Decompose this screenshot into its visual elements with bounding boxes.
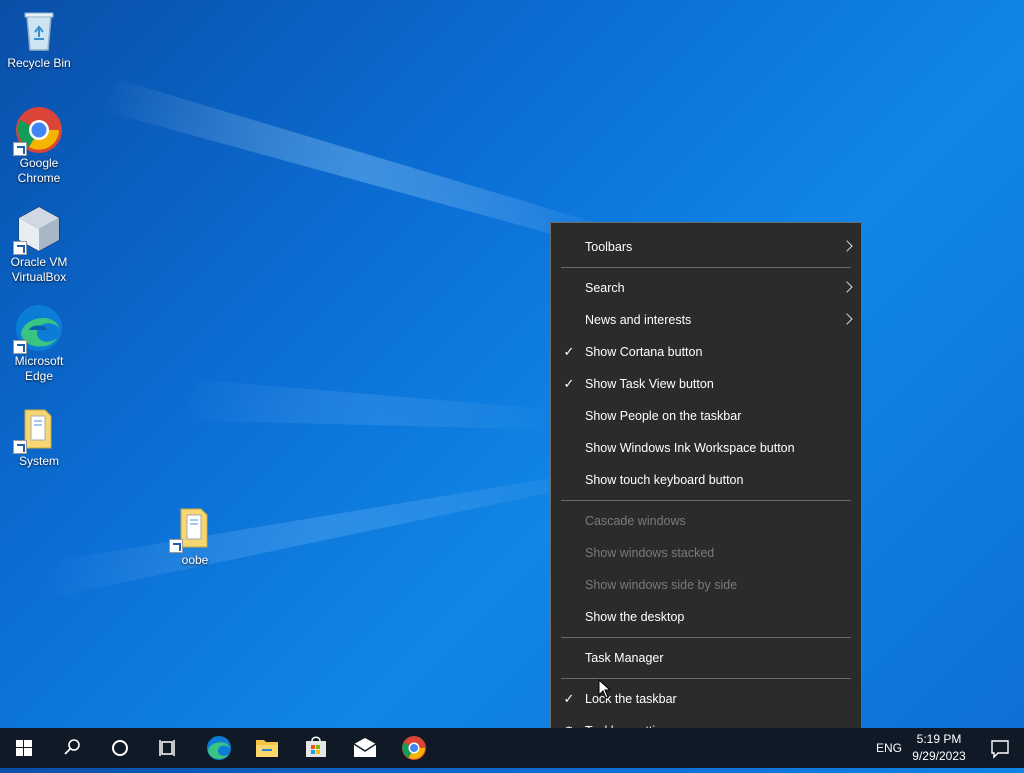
menu-item-label: Show People on the taskbar [585, 409, 742, 423]
menu-item-label: Cascade windows [585, 514, 686, 528]
language-indicator[interactable]: ENG [876, 741, 902, 755]
mouse-cursor-icon [598, 679, 612, 699]
menu-item-label: Toolbars [585, 240, 633, 254]
taskbar-file-explorer-button[interactable] [243, 728, 291, 768]
system-folder-shortcut[interactable]: System [1, 404, 77, 469]
menu-item-news-and-interests[interactable]: News and interests [551, 304, 861, 336]
taskbar-edge-button[interactable] [195, 728, 243, 768]
google-chrome-shortcut[interactable]: Google Chrome [1, 106, 77, 186]
edge-icon [207, 736, 231, 760]
action-center-button[interactable] [976, 728, 1024, 768]
chevron-right-icon [841, 240, 853, 252]
chevron-right-icon [841, 281, 853, 293]
virtualbox-shortcut[interactable]: Oracle VM VirtualBox [1, 205, 77, 285]
recycle-bin-icon [15, 6, 63, 54]
menu-separator [561, 637, 851, 638]
clock-date[interactable]: 9/29/2023 [904, 749, 974, 763]
edge-icon [13, 304, 63, 354]
oobe-folder-shortcut[interactable]: oobe [157, 503, 233, 568]
menu-item-label: Show windows stacked [585, 546, 715, 560]
menu-separator [561, 267, 851, 268]
task-view-icon [159, 740, 175, 756]
taskbar: ENG 5:19 PM 9/29/2023 [0, 728, 1024, 768]
notification-icon [991, 740, 1009, 759]
desktop-icon-label: oobe [181, 553, 209, 567]
menu-item-show-the-desktop[interactable]: Show the desktop [551, 601, 861, 633]
cortana-button[interactable] [96, 728, 144, 768]
task-view-button[interactable] [144, 728, 192, 768]
menu-item-label: Show touch keyboard button [585, 473, 744, 487]
menu-item-show-ink-workspace[interactable]: Show Windows Ink Workspace button [551, 432, 861, 464]
menu-item-show-windows-stacked: Show windows stacked [551, 537, 861, 569]
taskbar-context-menu: Toolbars Search News and interests ✓ Sho… [550, 222, 862, 756]
mail-icon [353, 738, 377, 757]
search-icon [64, 739, 80, 755]
cortana-icon [112, 740, 128, 756]
checkmark-icon: ✓ [563, 376, 575, 391]
menu-separator [561, 500, 851, 501]
start-icon [16, 740, 32, 756]
menu-item-label: Task Manager [585, 651, 664, 665]
clock-time[interactable]: 5:19 PM [904, 732, 974, 746]
desktop-icon-label: Oracle VM VirtualBox [10, 255, 68, 284]
menu-item-label: Show the desktop [585, 610, 685, 624]
wallpaper-light-beams [40, 80, 620, 600]
menu-item-show-cortana-button[interactable]: ✓ Show Cortana button [551, 336, 861, 368]
menu-item-show-touch-keyboard[interactable]: Show touch keyboard button [551, 464, 861, 496]
chevron-right-icon [841, 313, 853, 325]
menu-item-show-people[interactable]: Show People on the taskbar [551, 400, 861, 432]
taskbar-store-button[interactable] [292, 728, 340, 768]
menu-item-label: Search [585, 281, 625, 295]
menu-item-show-windows-side-by-side: Show windows side by side [551, 569, 861, 601]
menu-item-label: Show Task View button [585, 377, 714, 391]
search-button[interactable] [48, 728, 96, 768]
menu-item-toolbars[interactable]: Toolbars [551, 231, 861, 263]
desktop-icon-label: Recycle Bin [7, 56, 71, 70]
microsoft-edge-shortcut[interactable]: Microsoft Edge [1, 304, 77, 384]
chrome-icon [13, 106, 63, 156]
desktop-icon-label: Microsoft Edge [14, 354, 64, 383]
menu-item-label: Show windows side by side [585, 578, 738, 592]
chrome-icon [402, 736, 426, 760]
virtualbox-icon [13, 205, 63, 255]
menu-item-search[interactable]: Search [551, 272, 861, 304]
start-button[interactable] [0, 728, 48, 768]
taskbar-mail-button[interactable] [341, 728, 389, 768]
menu-item-label: News and interests [585, 313, 692, 327]
checkmark-icon: ✓ [563, 344, 575, 359]
taskbar-chrome-button[interactable] [390, 728, 438, 768]
recycle-bin-shortcut[interactable]: Recycle Bin [1, 6, 77, 71]
store-icon [306, 736, 326, 757]
folder-icon [13, 404, 63, 454]
folder-icon [169, 503, 219, 553]
file-explorer-icon [256, 740, 278, 757]
checkmark-icon: ✓ [563, 691, 575, 706]
menu-item-cascade-windows: Cascade windows [551, 505, 861, 537]
desktop-icon-label: System [18, 454, 59, 468]
menu-item-label: Show Windows Ink Workspace button [585, 441, 795, 455]
menu-item-show-task-view-button[interactable]: ✓ Show Task View button [551, 368, 861, 400]
desktop-icon-label: Google Chrome [17, 156, 61, 185]
menu-item-label: Show Cortana button [585, 345, 703, 359]
menu-item-task-manager[interactable]: Task Manager [551, 642, 861, 674]
